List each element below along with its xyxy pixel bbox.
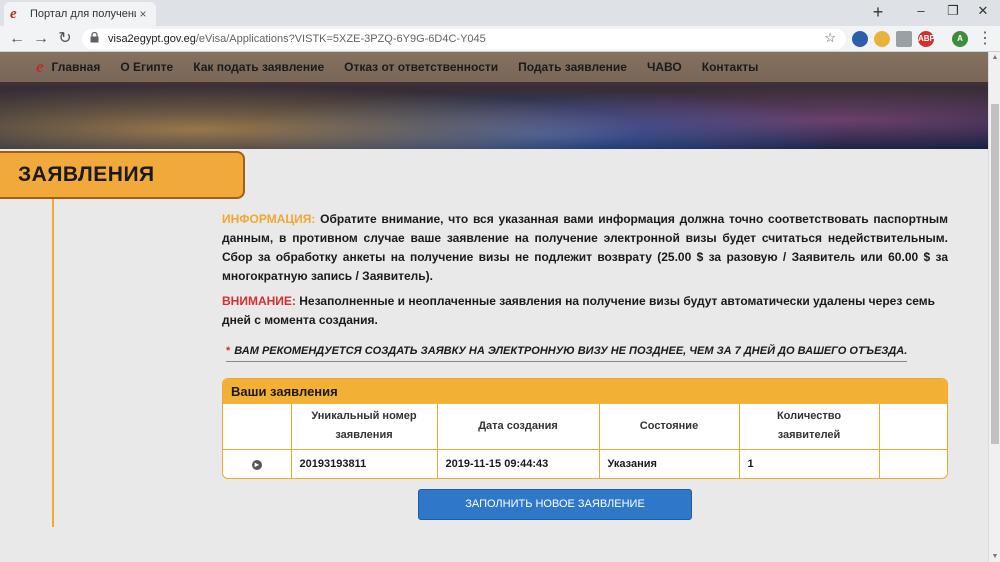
- tab-close-icon[interactable]: ×: [136, 7, 150, 21]
- profile-avatar[interactable]: A: [952, 31, 968, 47]
- scroll-down-icon[interactable]: ▼: [989, 553, 1000, 560]
- nav-item-disclaimer[interactable]: Отказ от ответственности: [344, 60, 498, 74]
- column-header-expand: [223, 404, 292, 450]
- new-tab-button[interactable]: +: [868, 2, 888, 23]
- section-divider: [52, 199, 54, 527]
- warning-text: Незаполненные и неоплаченные заявления н…: [222, 294, 936, 327]
- adblock-icon[interactable]: ABP: [918, 31, 935, 47]
- pin-extension-icon[interactable]: [874, 31, 890, 47]
- table-header-row: Уникальный номер заявления Дата создания…: [223, 404, 947, 450]
- section-header: ЗАЯВЛЕНИЯ: [0, 151, 245, 199]
- column-header-app-number[interactable]: Уникальный номер заявления: [291, 404, 438, 450]
- minimize-icon[interactable]: –: [906, 0, 936, 26]
- browser-tab[interactable]: e Портал для получения ×: [4, 2, 156, 26]
- warning-label: ВНИМАНИЕ:: [222, 294, 296, 308]
- status-cell: Указания: [599, 449, 740, 478]
- column-header-created[interactable]: Дата создания: [437, 404, 600, 450]
- applicants-count-cell: 1: [739, 449, 880, 478]
- doc-extension-icon[interactable]: [896, 31, 912, 47]
- info-text: Обратите внимание, что вся указанная вам…: [222, 212, 948, 283]
- page-viewport: e Главная О Египте Как подать заявление …: [0, 52, 988, 562]
- column-header-actions: [879, 404, 947, 450]
- applications-table: Уникальный номер заявления Дата создания…: [223, 404, 947, 478]
- main-nav: e Главная О Египте Как подать заявление …: [0, 52, 988, 82]
- actions-cell: [879, 449, 947, 478]
- info-notice: ИНФОРМАЦИЯ: Обратите внимание, что вся у…: [222, 210, 948, 286]
- translate-extension-icon[interactable]: [852, 31, 868, 47]
- expand-row-icon[interactable]: ▸: [251, 459, 262, 470]
- column-header-applicants[interactable]: Количество заявителей: [739, 404, 880, 450]
- url-path: /eVisa/Applications?VISTK=5XZE-3PZQ-6Y9G…: [195, 33, 486, 45]
- warning-notice: ВНИМАНИЕ: Незаполненные и неоплаченные з…: [222, 292, 948, 330]
- tab-title: Портал для получения: [30, 8, 136, 20]
- column-header-status[interactable]: Состояние: [599, 404, 740, 450]
- browser-tab-bar: e Портал для получения × + – ❐ ✕: [0, 0, 1000, 26]
- close-window-icon[interactable]: ✕: [968, 0, 998, 26]
- back-icon[interactable]: ←: [6, 28, 28, 50]
- asterisk: *: [226, 345, 231, 357]
- site-favicon-icon: e: [10, 6, 17, 22]
- page-title: ЗАЯВЛЕНИЯ: [18, 163, 155, 186]
- nav-item-about-egypt[interactable]: О Египте: [120, 60, 173, 74]
- address-bar[interactable]: visa2egypt.gov.eg/eVisa/Applications?VIS…: [82, 29, 846, 49]
- nav-item-how-to-apply[interactable]: Как подать заявление: [193, 60, 324, 74]
- bookmark-star-icon[interactable]: ☆: [824, 30, 836, 46]
- scroll-up-icon[interactable]: ▲: [989, 54, 1000, 61]
- menu-dots-icon[interactable]: ⋮: [974, 28, 996, 50]
- nav-item-faq[interactable]: ЧАВО: [647, 60, 682, 74]
- applications-panel-title: Ваши заявления: [223, 379, 947, 404]
- forward-icon[interactable]: →: [30, 28, 52, 50]
- scroll-thumb[interactable]: [991, 104, 999, 444]
- row-expand-cell[interactable]: ▸: [223, 449, 292, 478]
- recommendation-note: * ВАМ РЕКОМЕНДУЕТСЯ СОЗДАТЬ ЗАЯВКУ НА ЭЛЕ…: [226, 345, 908, 362]
- url-host: visa2egypt.gov.eg: [108, 33, 196, 45]
- site-logo[interactable]: e: [36, 57, 44, 77]
- app-number-cell: 20193193811: [291, 449, 438, 478]
- page-scrollbar[interactable]: ▲ ▼: [988, 52, 1000, 562]
- created-date-cell: 2019-11-15 09:44:43: [437, 449, 600, 478]
- restore-icon[interactable]: ❐: [938, 0, 968, 26]
- lock-icon: [90, 31, 102, 46]
- recommendation-text: ВАМ РЕКОМЕНДУЕТСЯ СОЗДАТЬ ЗАЯВКУ НА ЭЛЕК…: [234, 345, 908, 357]
- info-label: ИНФОРМАЦИЯ:: [222, 212, 316, 226]
- new-application-button[interactable]: ЗАПОЛНИТЬ НОВОЕ ЗАЯВЛЕНИЕ: [418, 489, 692, 520]
- reload-icon[interactable]: ↻: [54, 28, 76, 50]
- nav-item-home[interactable]: Главная: [52, 60, 101, 74]
- hero-banner: e Главная О Египте Как подать заявление …: [0, 52, 988, 149]
- nav-item-apply[interactable]: Подать заявление: [518, 60, 627, 74]
- table-row[interactable]: ▸ 20193193811 2019-11-15 09:44:43 Указан…: [223, 449, 947, 478]
- nav-item-contacts[interactable]: Контакты: [702, 60, 759, 74]
- applications-panel: Ваши заявления Уникальный номер заявлени…: [222, 378, 948, 479]
- browser-toolbar: ← → ↻ visa2egypt.gov.eg/eVisa/Applicatio…: [0, 26, 1000, 52]
